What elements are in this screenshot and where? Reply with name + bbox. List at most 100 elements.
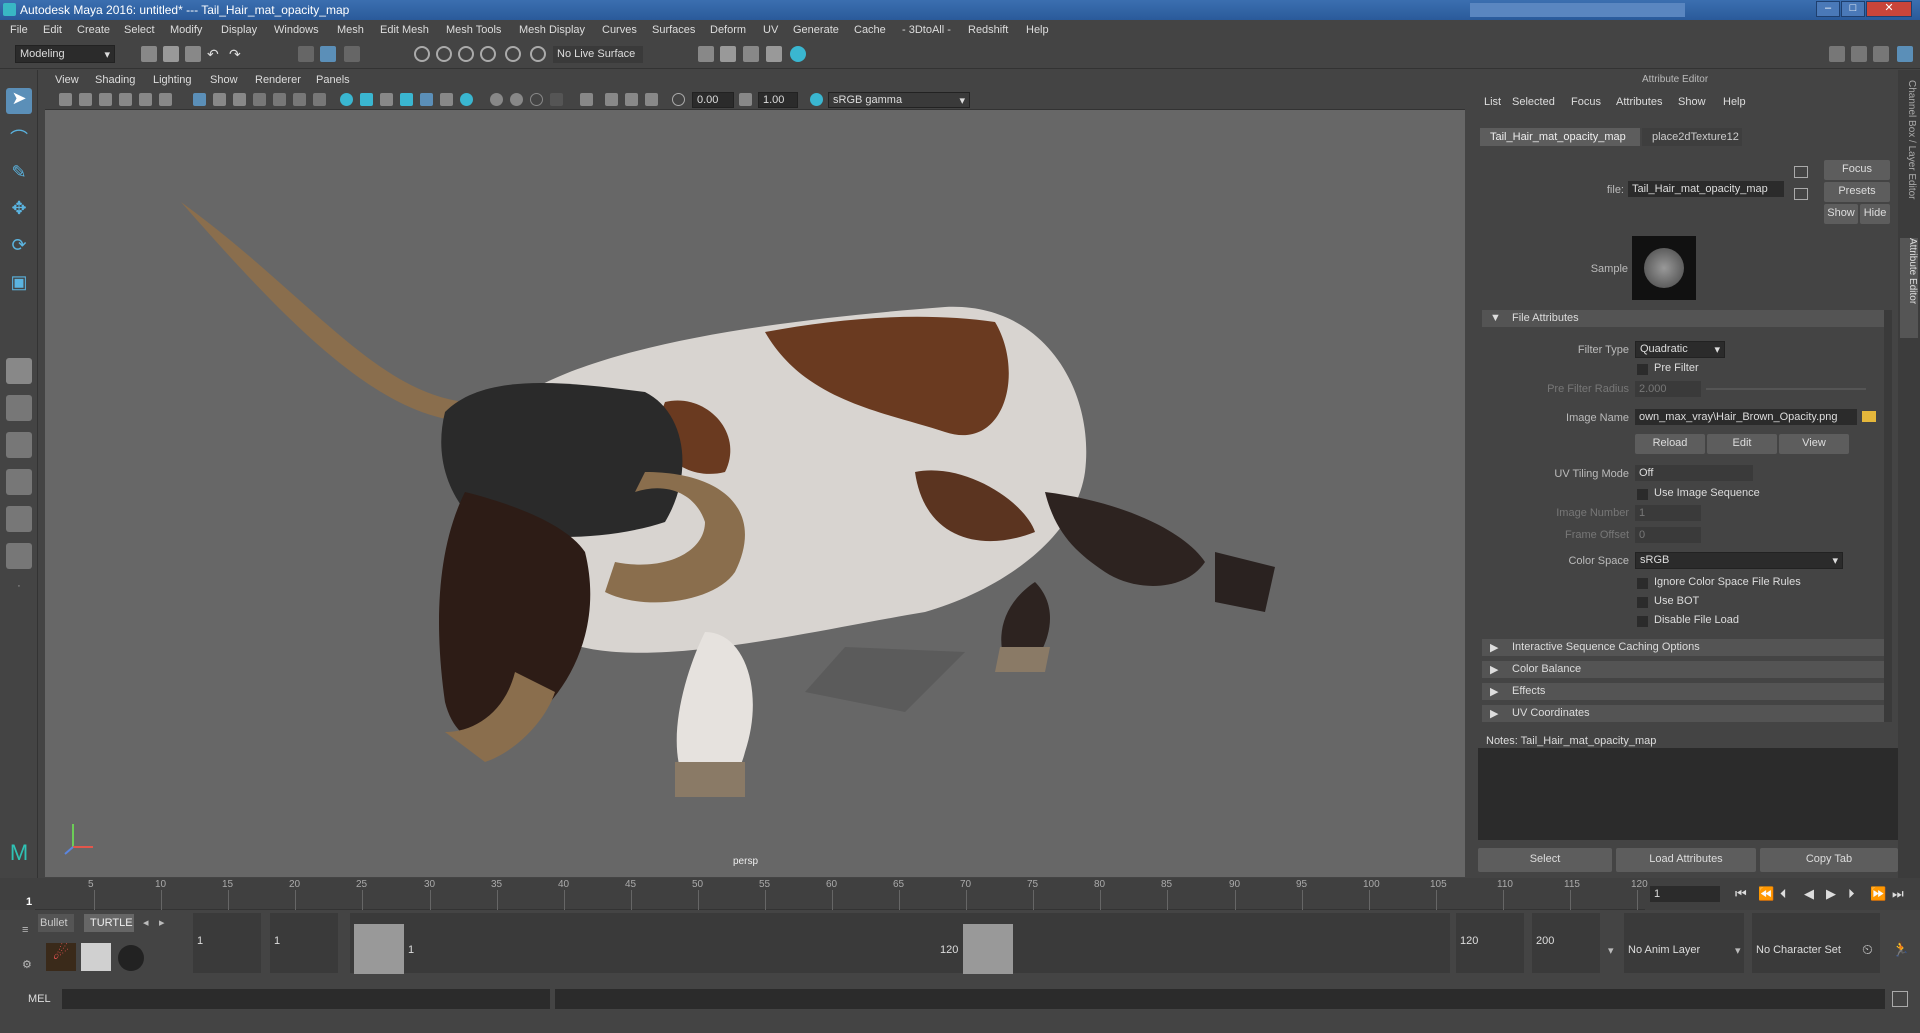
lights-icon[interactable] [440,93,453,106]
select-button[interactable]: Select [1478,848,1612,872]
menu-help[interactable]: Help [1026,24,1049,36]
notes-textarea[interactable] [1478,748,1898,840]
xray-icon[interactable] [420,93,433,106]
xray-active-icon[interactable] [625,93,638,106]
script-editor-icon[interactable] [1892,991,1908,1007]
safe-title-icon[interactable] [313,93,326,106]
turtle-bake-icon[interactable] [81,943,111,971]
vp-menu-renderer[interactable]: Renderer [255,74,301,86]
channel-box-toggle-icon[interactable] [1897,46,1913,62]
view-transform-dropdown[interactable]: sRGB gamma ▾ [828,92,970,108]
viewport-persp[interactable] [45,72,1465,877]
film-gate-icon[interactable] [213,93,226,106]
resolution-gate-icon[interactable] [233,93,246,106]
minimize-button[interactable]: – [1816,1,1840,17]
auto-key-icon[interactable]: ⏲ [1862,941,1873,958]
layout-icon-1[interactable] [1829,46,1845,62]
snap-point-icon[interactable] [458,46,474,62]
scale-tool-icon[interactable]: ▣ [6,272,32,298]
isolate-select-icon[interactable] [580,93,593,106]
turtle-render-icon[interactable]: ☄ [46,943,76,971]
menu-windows[interactable]: Windows [274,24,319,36]
section-color-balance[interactable]: ▶ Color Balance [1482,661,1888,678]
snap-view-icon[interactable] [480,46,496,62]
menu-select[interactable]: Select [124,24,155,36]
folder-icon[interactable] [1862,411,1876,422]
section-uv-coordinates[interactable]: ▶ UV Coordinates [1482,705,1888,722]
attr-menu-help[interactable]: Help [1723,96,1746,108]
copy-tab-button[interactable]: Copy Tab [1760,848,1898,872]
menu-generate[interactable]: Generate [793,24,839,36]
open-scene-icon[interactable] [163,46,179,62]
go-to-end-icon[interactable]: ⏭ [1892,886,1904,902]
step-back-frame-icon[interactable]: ⏴ [1780,886,1787,902]
redo-icon[interactable]: ↷ [229,46,245,62]
focus-button[interactable]: Focus [1824,160,1890,180]
backface-icon[interactable] [645,93,658,106]
shelf-scroll-left-icon[interactable]: ◂ [143,916,149,929]
tab-tail-hair-opacity[interactable]: Tail_Hair_mat_opacity_map [1480,128,1640,146]
exposure-icon[interactable] [672,93,685,106]
script-language-label[interactable]: MEL [28,993,51,1005]
texture-icon[interactable] [400,93,413,106]
step-forward-key-icon[interactable]: ⏩ [1870,886,1886,902]
rotate-tool-icon[interactable]: ⟳ [6,235,32,261]
character-set-dropdown[interactable]: No Character Set [1752,913,1880,973]
gate-mask-icon[interactable] [253,93,266,106]
render-settings-icon[interactable] [766,46,782,62]
snap-grid-icon[interactable] [414,46,430,62]
end-dropdown-chevron-icon[interactable]: ▾ [1608,944,1614,957]
play-forward-icon[interactable]: ▶ [1826,886,1836,902]
bookmark-icon[interactable] [99,93,112,106]
mode-dropdown[interactable]: Modeling ▾ [15,45,115,63]
menu-create[interactable]: Create [77,24,110,36]
range-slider-end-handle[interactable] [963,924,1013,974]
menu-edit-mesh[interactable]: Edit Mesh [380,24,429,36]
step-forward-frame-icon[interactable]: ⏵ [1848,886,1855,902]
vp-menu-shading[interactable]: Shading [95,74,135,86]
edit-button[interactable]: Edit [1707,434,1777,454]
lasso-tool-icon[interactable]: ⌒ [6,125,32,151]
persp-graph-layout-icon[interactable] [6,506,32,532]
image-name-field[interactable]: own_max_vray\Hair_Brown_Opacity.png [1635,409,1857,425]
four-view-layout-icon[interactable] [6,395,32,421]
grid-icon[interactable] [193,93,206,106]
menu-cache[interactable]: Cache [854,24,886,36]
snap-live-icon[interactable] [530,46,546,62]
reload-button[interactable]: Reload [1635,434,1705,454]
playback-start-field[interactable]: 1 [270,913,338,973]
section-effects[interactable]: ▶ Effects [1482,683,1888,700]
smooth-shade-icon[interactable] [360,93,373,106]
tab-place2dtexture12[interactable]: place2dTexture12 [1642,128,1742,146]
range-slider-track[interactable] [350,913,1450,973]
menu-3dtoall[interactable]: - 3DtoAll - [902,24,951,36]
menu-edit[interactable]: Edit [43,24,62,36]
dof-icon[interactable] [550,93,563,106]
close-button[interactable]: ✕ [1866,1,1912,17]
playback-end-field[interactable]: 120 [1456,913,1524,973]
maximize-button[interactable]: □ [1841,1,1865,17]
scene-end-field[interactable]: 200 [1532,913,1600,973]
render-view-icon[interactable] [698,46,714,62]
menu-modify[interactable]: Modify [170,24,202,36]
select-tool-icon[interactable]: ➤ [6,88,32,114]
gamma-icon[interactable] [739,93,752,106]
shelf-tab-turtle[interactable]: TURTLE [84,914,134,932]
use-bot-checkbox[interactable] [1637,597,1648,608]
menu-file[interactable]: File [10,24,28,36]
disable-file-load-checkbox[interactable] [1637,616,1648,627]
section-file-attributes[interactable]: ▼ File Attributes [1482,310,1888,327]
gamma-field[interactable]: 1.00 [758,92,798,108]
output-connection-icon[interactable] [1794,188,1808,200]
input-connection-icon[interactable] [1794,166,1808,178]
wireframe-icon[interactable] [340,93,353,106]
menu-uv[interactable]: UV [763,24,778,36]
range-slider-start-handle[interactable] [354,924,404,974]
go-to-start-icon[interactable]: ⏮ [1735,886,1747,902]
persp-outliner-layout-icon[interactable] [6,469,32,495]
single-view-layout-icon[interactable] [6,358,32,384]
play-back-icon[interactable]: ◀ [1804,886,1814,902]
vp-menu-lighting[interactable]: Lighting [153,74,192,86]
menu-display[interactable]: Display [221,24,257,36]
ignore-cs-rules-checkbox[interactable] [1637,578,1648,589]
